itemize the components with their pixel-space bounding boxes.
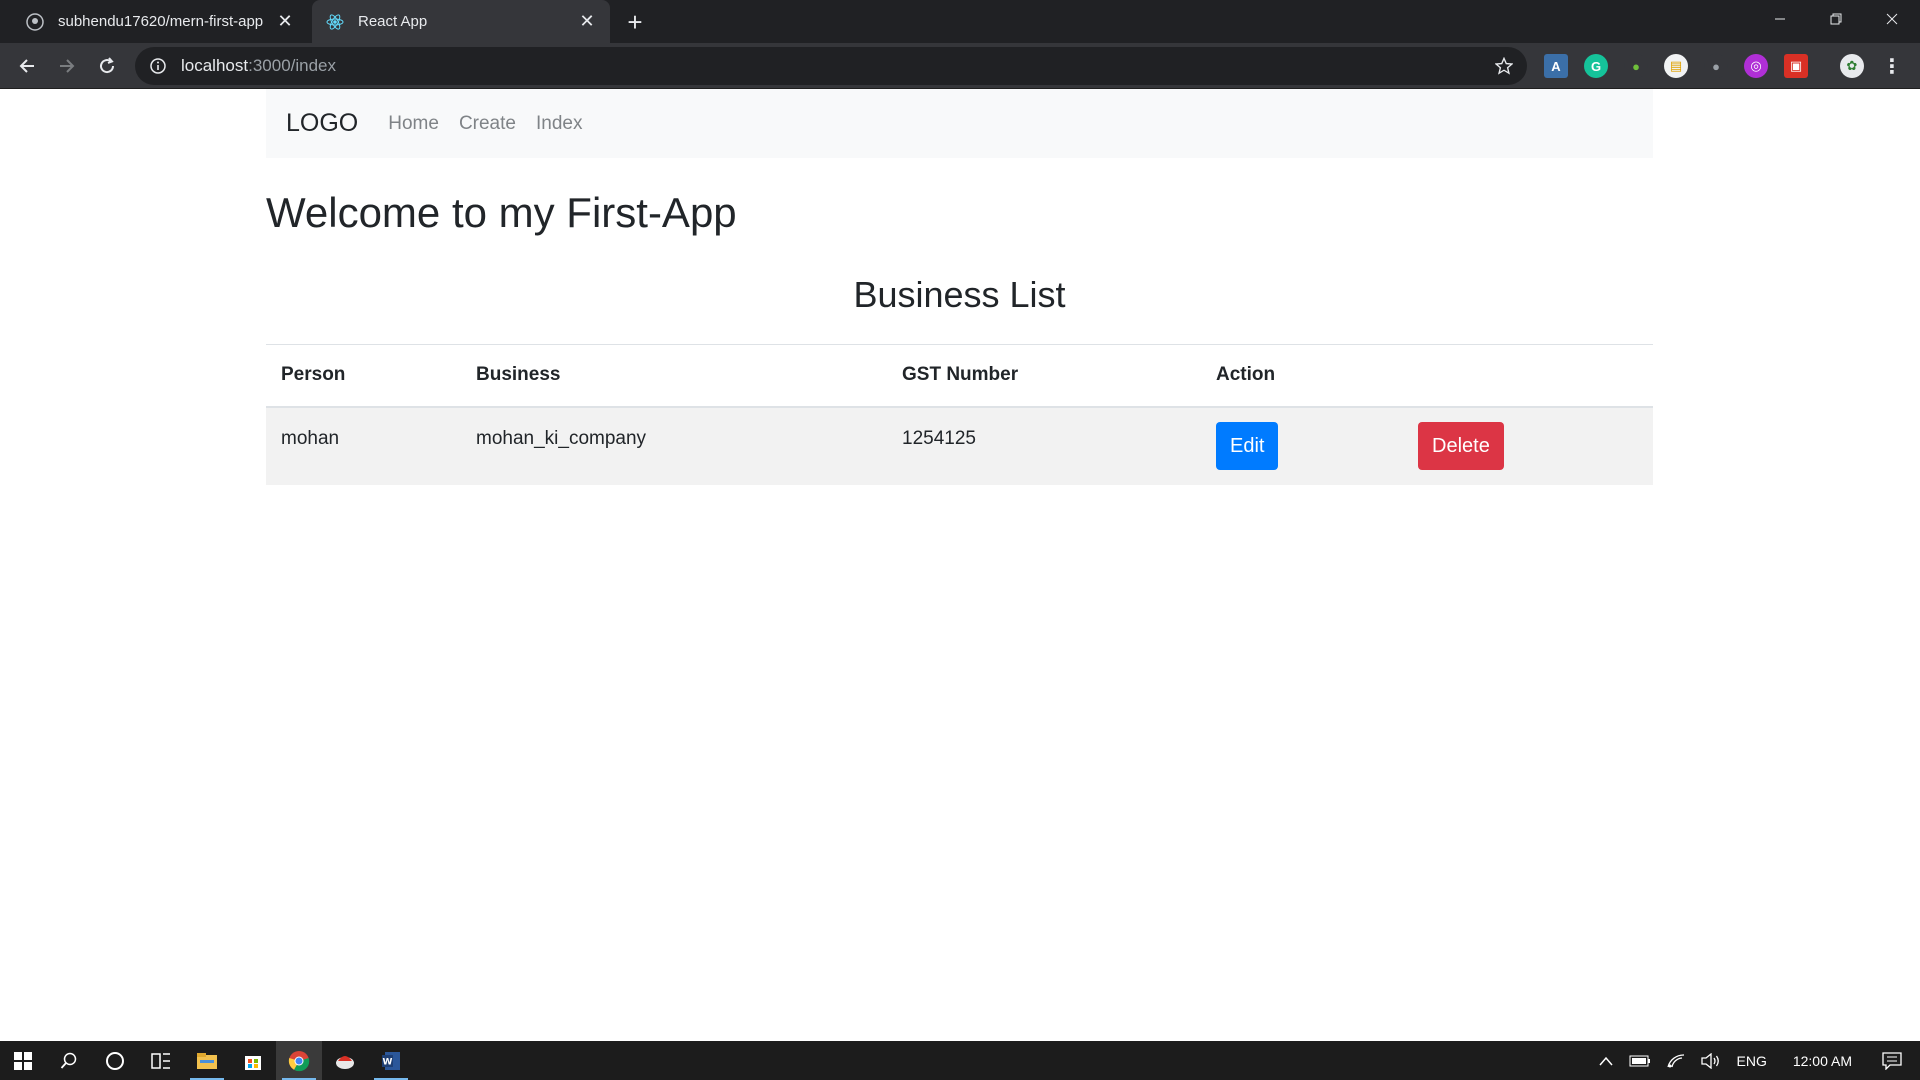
nav-link-index[interactable]: Index	[536, 113, 582, 135]
url-host: localhost	[181, 56, 249, 75]
page-content: LOGO Home Create Index Welcome to my Fir…	[0, 89, 1920, 1041]
word-icon[interactable]: W	[368, 1041, 414, 1080]
search-icon[interactable]	[46, 1041, 92, 1080]
back-arrow-icon[interactable]	[11, 50, 43, 82]
reload-icon[interactable]	[91, 50, 123, 82]
windows-start-icon[interactable]	[0, 1041, 46, 1080]
url-text: localhost:3000/index	[181, 56, 336, 76]
extension-notes-icon[interactable]: ▤	[1664, 54, 1688, 78]
extension-icon[interactable]: A	[1544, 54, 1568, 78]
column-header-empty	[1403, 344, 1653, 408]
chevron-up-icon[interactable]	[1598, 1056, 1613, 1066]
column-header-person: Person	[266, 344, 461, 408]
chrome-taskbar-icon[interactable]	[276, 1041, 322, 1080]
extension-red-icon[interactable]: ▣	[1784, 54, 1808, 78]
brand-logo[interactable]: LOGO	[286, 109, 358, 138]
tab-title: React App	[358, 13, 428, 30]
file-explorer-icon[interactable]	[184, 1041, 230, 1080]
table-row: mohan mohan_ki_company 1254125 Edit Dele…	[266, 406, 1653, 485]
site-info-icon[interactable]	[149, 57, 167, 75]
volume-icon[interactable]	[1700, 1052, 1721, 1069]
page-title: Welcome to my First-App	[266, 189, 737, 236]
restore-icon[interactable]	[1808, 0, 1864, 38]
tab-title: subhendu17620/mern-first-app	[58, 13, 264, 30]
extension-mic-icon[interactable]: ●	[1704, 54, 1728, 78]
top-navbar: LOGO Home Create Index	[266, 89, 1653, 158]
table-header-row: Person Business GST Number Action	[266, 344, 1653, 408]
address-bar[interactable]: localhost:3000/index	[135, 47, 1527, 85]
column-header-gst-number: GST Number	[887, 344, 1201, 408]
bookmark-star-icon[interactable]	[1493, 55, 1515, 77]
browser-tab-react-app[interactable]: React App ✕	[312, 0, 610, 43]
browser-tab-github[interactable]: subhendu17620/mern-first-app ✕	[12, 0, 308, 43]
cell-business: mohan_ki_company	[461, 406, 887, 485]
language-indicator[interactable]: ENG	[1737, 1053, 1767, 1069]
react-icon	[326, 13, 344, 31]
forward-arrow-icon[interactable]	[51, 50, 83, 82]
battery-icon[interactable]	[1629, 1055, 1651, 1067]
app-taskbar-icon[interactable]	[322, 1041, 368, 1080]
extension-purple-icon[interactable]: ◎	[1744, 54, 1768, 78]
nav-link-create[interactable]: Create	[459, 113, 516, 135]
notification-center-icon[interactable]	[1882, 1051, 1902, 1070]
browser-tab-strip: subhendu17620/mern-first-app ✕ React App…	[0, 0, 1920, 43]
edit-button[interactable]: Edit	[1216, 422, 1279, 470]
window-controls	[1752, 0, 1920, 43]
close-tab-icon[interactable]: ✕	[274, 11, 296, 33]
business-table: Person Business GST Number Action mohan …	[266, 344, 1653, 485]
menu-dots-icon[interactable]: ⋮	[1880, 54, 1904, 78]
windows-taskbar: W ENG 12:00 AM	[0, 1041, 1920, 1080]
profile-avatar[interactable]: ✿	[1840, 54, 1864, 78]
delete-button[interactable]: Delete	[1418, 422, 1504, 470]
minimize-icon[interactable]	[1752, 0, 1808, 38]
store-icon[interactable]	[230, 1041, 276, 1080]
business-list-title: Business List	[853, 274, 1066, 315]
cell-gst-number: 1254125	[887, 406, 1201, 485]
system-tray: ENG 12:00 AM	[1591, 1041, 1920, 1080]
cell-edit-action: Edit	[1201, 406, 1403, 485]
column-header-business: Business	[461, 344, 887, 408]
cortana-icon[interactable]	[92, 1041, 138, 1080]
task-view-icon[interactable]	[138, 1041, 184, 1080]
new-tab-button[interactable]: +	[620, 8, 650, 36]
extension-leaf-icon[interactable]: ●	[1624, 54, 1648, 78]
close-tab-icon[interactable]: ✕	[576, 11, 598, 33]
cell-person: mohan	[266, 406, 461, 485]
clock[interactable]: 12:00 AM	[1793, 1053, 1852, 1069]
cell-delete-action: Delete	[1403, 406, 1653, 485]
browser-toolbar: localhost:3000/index A G ● ▤ ● ◎ ▣ ✿ ⋮	[0, 43, 1920, 89]
column-header-action: Action	[1201, 344, 1403, 408]
svg-text:W: W	[383, 1057, 393, 1067]
wifi-icon[interactable]	[1666, 1053, 1685, 1068]
nav-link-home[interactable]: Home	[388, 113, 439, 135]
grammarly-icon[interactable]: G	[1584, 54, 1608, 78]
url-path: :3000/index	[248, 56, 337, 75]
close-window-icon[interactable]	[1864, 0, 1920, 38]
github-icon	[26, 12, 44, 31]
